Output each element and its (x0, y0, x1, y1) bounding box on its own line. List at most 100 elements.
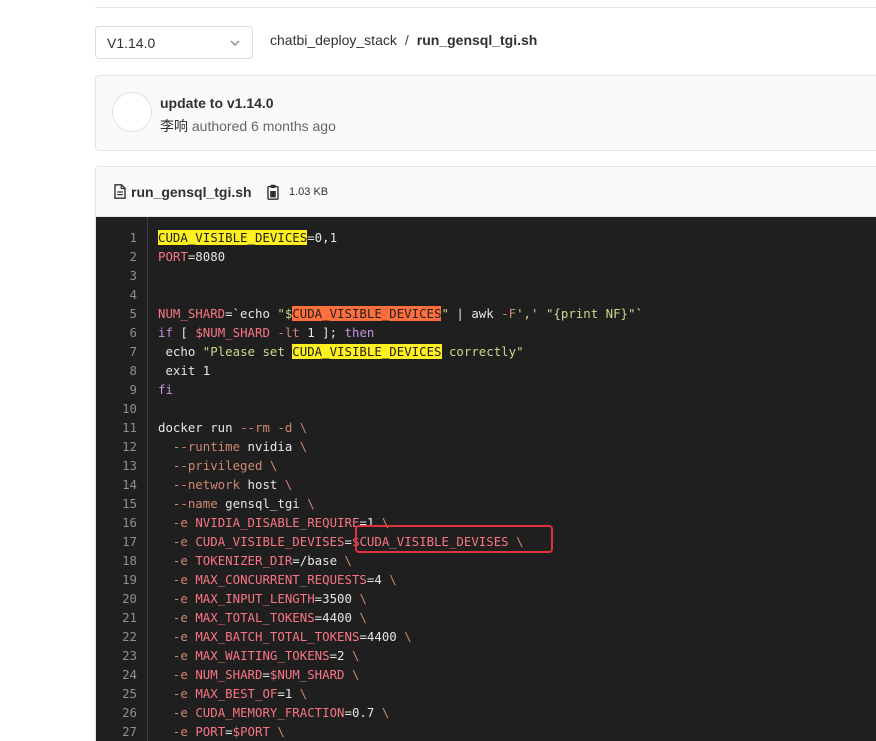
code-view: 1 CUDA_VISIBLE_DEVICES=0,1 2 PORT=8080 3 4 5 NU… (96, 217, 876, 741)
code-line: 4 (96, 285, 876, 304)
code-token: -e (172, 648, 188, 663)
code-token: NUM_SHARD (158, 306, 226, 321)
line-number[interactable]: 16 (96, 513, 137, 532)
line-number[interactable]: 27 (96, 722, 137, 741)
line-number[interactable]: 18 (96, 551, 137, 570)
line-number[interactable]: 14 (96, 475, 137, 494)
code-line: 6 if [ $NUM_SHARD -lt 1 ]; then (96, 323, 876, 342)
code-token: nvidia (240, 439, 300, 454)
code-token: \ (299, 420, 308, 435)
line-number[interactable]: 1 (96, 228, 137, 247)
line-number[interactable]: 13 (96, 456, 137, 475)
line-number[interactable]: 26 (96, 703, 137, 722)
author-avatar[interactable] (112, 92, 152, 132)
line-number[interactable]: 20 (96, 589, 137, 608)
code-token: if (158, 325, 173, 340)
line-number[interactable]: 9 (96, 380, 137, 399)
code-token: --rm (240, 420, 270, 435)
code-token: MAX_WAITING_TOKENS (195, 648, 330, 663)
code-token: \ (404, 629, 412, 644)
code-token: =4400 (314, 610, 360, 625)
code-token: \ (359, 610, 367, 625)
file-header: run_gensql_tgi.sh 1.03 KB (96, 167, 876, 217)
code-token: PORT (158, 249, 188, 264)
commit-title-link[interactable]: update to v1.14.0 (160, 95, 274, 111)
code-token: =/base (292, 553, 345, 568)
code-token: -e (172, 686, 188, 701)
breadcrumb-file-link[interactable]: run_gensql_tgi.sh (417, 32, 538, 48)
code-token: --name (172, 496, 218, 511)
code-token: \ (277, 724, 285, 739)
code-token: NVIDIA_DISABLE_REQUIRE (195, 515, 360, 530)
code-token: CUDA_VISIBLE_DEVICES (292, 306, 442, 321)
code-token: \ (284, 477, 293, 492)
code-token: -e (172, 515, 188, 530)
code-token: =3500 (314, 591, 360, 606)
code-token: CUDA_MEMORY_FRACTION (195, 705, 345, 720)
branch-selector-value: V1.14.0 (107, 34, 156, 51)
code-token: -d (277, 420, 293, 435)
line-number[interactable]: 24 (96, 665, 137, 684)
line-number[interactable]: 17 (96, 532, 137, 551)
code-line: 1 CUDA_VISIBLE_DEVICES=0,1 (96, 228, 876, 247)
code-token: "$ (277, 306, 293, 321)
line-number[interactable]: 4 (96, 285, 137, 304)
code-line: 24 -e NUM_SHARD=$NUM_SHARD \ (96, 665, 876, 684)
line-number[interactable]: 21 (96, 608, 137, 627)
line-number[interactable]: 6 (96, 323, 137, 342)
code-line-text: if [ $NUM_SHARD -lt 1 ]; then (158, 323, 374, 342)
code-line: 8 exit 1 (96, 361, 876, 380)
code-line-text: -e MAX_TOTAL_TOKENS=4400 \ (158, 608, 367, 627)
code-token: TOKENIZER_DIR (195, 553, 293, 568)
code-token: 1 ]; (299, 325, 345, 340)
code-token: PORT (195, 724, 226, 739)
top-divider (95, 7, 876, 8)
line-number[interactable]: 23 (96, 646, 137, 665)
code-token: \ (389, 572, 397, 587)
code-token: "{print NF}" (545, 306, 636, 321)
commit-author-link[interactable]: 李响 (160, 118, 188, 134)
branch-selector[interactable]: V1.14.0 (95, 26, 253, 59)
line-number[interactable]: 15 (96, 494, 137, 513)
line-number[interactable]: 8 (96, 361, 137, 380)
breadcrumb-project-link[interactable]: chatbi_deploy_stack (270, 32, 397, 48)
code-line-text: CUDA_VISIBLE_DEVICES=0,1 (158, 228, 337, 247)
code-token: CUDA_VISIBLE_DEVICES (292, 344, 442, 359)
file-viewer: run_gensql_tgi.sh 1.03 KB 1 CUDA_VISIBLE_… (95, 166, 876, 741)
file-size: 1.03 KB (289, 186, 329, 198)
code-token: \ (352, 667, 360, 682)
code-token: --network (172, 477, 241, 492)
code-token: CUDA_VISIBLE_DEVISES (195, 534, 345, 549)
line-number[interactable]: 11 (96, 418, 137, 437)
line-number[interactable]: 22 (96, 627, 137, 646)
line-number[interactable]: 12 (96, 437, 137, 456)
code-token: \ (307, 496, 315, 511)
code-token: MAX_INPUT_LENGTH (195, 591, 315, 606)
line-number[interactable]: 10 (96, 399, 137, 418)
line-number[interactable]: 7 (96, 342, 137, 361)
copy-icon[interactable] (267, 184, 279, 200)
code-line-text: -e MAX_CONCURRENT_REQUESTS=4 \ (158, 570, 397, 589)
code-token: $NUM_SHARD (195, 325, 270, 340)
line-number[interactable]: 25 (96, 684, 137, 703)
line-number[interactable]: 3 (96, 266, 137, 285)
code-token: =0.7 (344, 705, 382, 720)
code-line-text: PORT=8080 (158, 247, 225, 266)
line-number[interactable]: 5 (96, 304, 137, 323)
line-number[interactable]: 2 (96, 247, 137, 266)
code-token: correctly" (441, 344, 524, 359)
code-token: =`echo (225, 306, 278, 321)
code-line: 21 -e MAX_TOTAL_TOKENS=4400 \ (96, 608, 876, 627)
code-token: ',' (516, 306, 539, 321)
code-line: 2 PORT=8080 (96, 247, 876, 266)
line-number[interactable]: 19 (96, 570, 137, 589)
